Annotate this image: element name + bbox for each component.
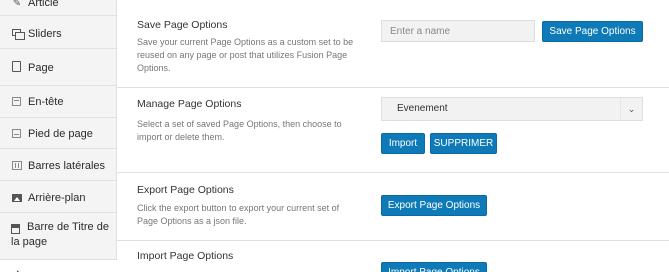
options-sidebar: ✎ Article Sliders Page En-tête Pied de p…: [0, 0, 117, 272]
sidebar-item-page-title-bar[interactable]: Barre de Titre de la page: [0, 213, 117, 260]
footer-icon: [12, 129, 21, 138]
sidebar-item-sidebars[interactable]: Barres latérales: [0, 149, 117, 181]
export-options-description: Click the export button to export your c…: [137, 203, 340, 226]
sidebar-item-sliders[interactable]: Sliders: [0, 16, 117, 49]
header-icon: [12, 97, 21, 106]
sidebar-item-article[interactable]: ✎ Article: [0, 0, 117, 16]
sidebar-item-label: Sliders: [28, 28, 62, 40]
import-options-title: Import Page Options: [137, 250, 234, 262]
sidebar-item-background[interactable]: Arrière-plan: [0, 181, 117, 213]
delete-button[interactable]: SUPPRIMER: [430, 133, 497, 154]
sidebar-item-label: Barre de Titre de la page: [11, 221, 109, 248]
sidebar-item-header[interactable]: En-tête: [0, 86, 117, 118]
sidebar-item-partial[interactable]: ◔: [0, 260, 117, 272]
image-icon: [12, 194, 22, 202]
save-options-title: Save Page Options: [137, 19, 228, 31]
save-options-description: Save your current Page Options as a cust…: [137, 37, 354, 73]
sidebar-item-label: Pied de page: [28, 128, 93, 140]
pin-icon: ✎: [12, 0, 22, 9]
section-divider: [117, 87, 669, 88]
sidebar-item-label: En-tête: [28, 96, 64, 108]
section-divider: [117, 240, 669, 241]
sidebar-item-label: Arrière-plan: [28, 192, 86, 204]
import-button[interactable]: Import: [381, 133, 425, 154]
save-page-options-button[interactable]: Save Page Options: [542, 21, 643, 42]
sidebar-item-footer[interactable]: Pied de page: [0, 118, 117, 149]
export-options-title: Export Page Options: [137, 184, 234, 196]
import-page-options-button[interactable]: Import Page Options: [381, 262, 487, 272]
saved-options-select[interactable]: Evenement ⌄: [381, 97, 643, 121]
options-main: Save Page Options Save your current Page…: [117, 0, 669, 272]
manage-options-title: Manage Page Options: [137, 98, 242, 110]
export-page-options-button[interactable]: Export Page Options: [381, 195, 487, 216]
chevron-down-icon: ⌄: [620, 98, 642, 120]
sidebars-icon: [12, 161, 22, 170]
manage-options-description: Select a set of saved Page Options, then…: [137, 119, 342, 142]
sidebar-item-label: Barres latérales: [28, 160, 106, 172]
page-options-panel: ✎ Article Sliders Page En-tête Pied de p…: [0, 0, 669, 272]
preset-name-input[interactable]: [381, 20, 535, 42]
circle-icon: ◔: [14, 267, 20, 272]
section-divider: [117, 172, 669, 173]
sidebar-item-label: Page: [28, 62, 54, 74]
page-icon: [12, 61, 21, 72]
sidebar-item-label: Article: [28, 0, 59, 9]
sidebar-item-page[interactable]: Page: [0, 49, 117, 86]
selected-option: Evenement: [397, 103, 448, 114]
slides-icon: [12, 29, 25, 40]
